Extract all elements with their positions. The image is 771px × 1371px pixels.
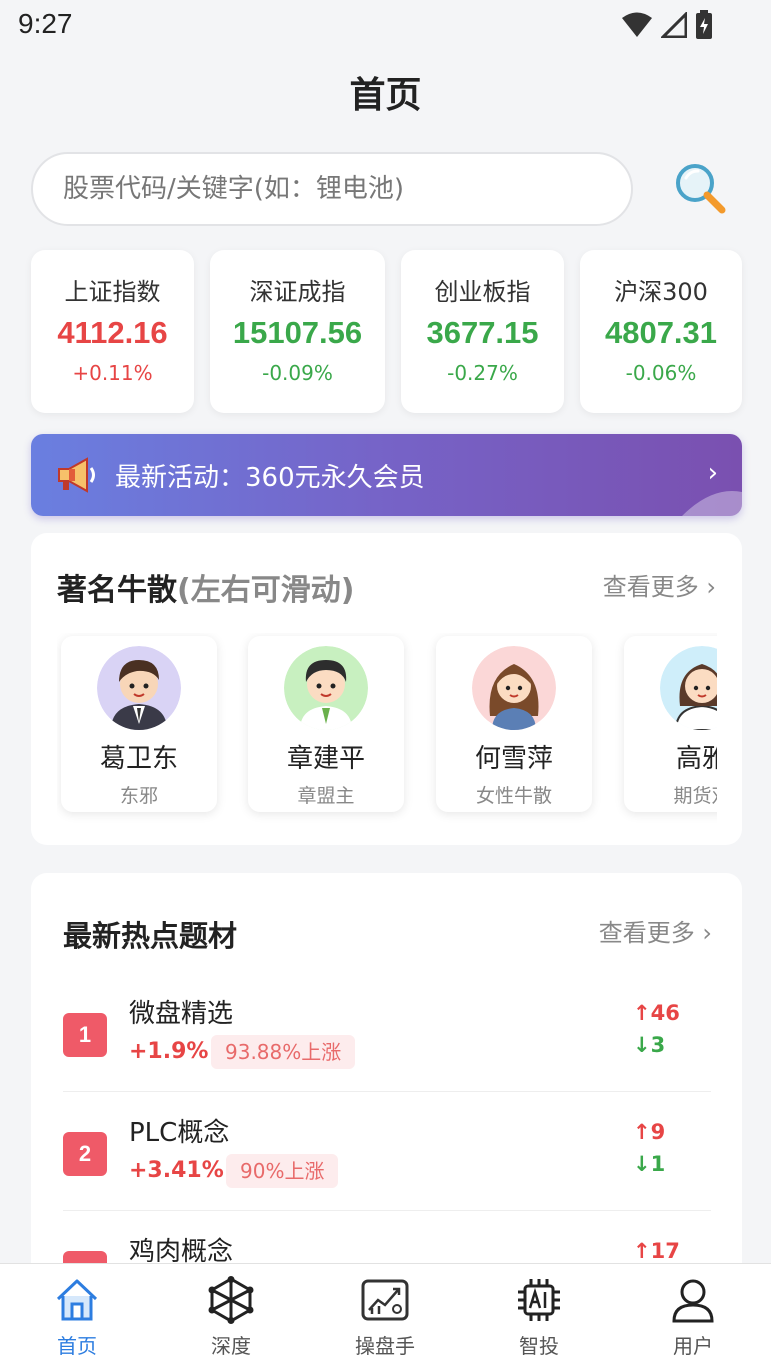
user-icon: [672, 1279, 714, 1323]
nav-label: 智投: [519, 1334, 559, 1358]
avatar: [284, 646, 368, 730]
nav-label: 首页: [57, 1334, 97, 1358]
nav-trader[interactable]: 操盘手: [330, 1276, 440, 1359]
investor-tag: 东邪: [119, 785, 158, 807]
index-name: 深证成指: [249, 278, 346, 306]
nav-smart-invest[interactable]: 智投: [484, 1276, 594, 1359]
topic-row[interactable]: 1 微盘精选 +1.9% 93.88%上涨 ↑46 ↓3: [63, 973, 711, 1092]
index-change: +0.11%: [72, 361, 153, 385]
investor-name: 何雪萍: [474, 744, 553, 774]
cellular-signal-icon: [661, 12, 687, 38]
hot-topics-section: 最新热点题材 查看更多 › 1 微盘精选 +1.9% 93.88%上涨 ↑46 …: [31, 873, 742, 1295]
topic-row[interactable]: 2 PLC概念 +3.41% 90%上涨 ↑9 ↓1: [63, 1092, 711, 1211]
search-button[interactable]: [672, 160, 730, 218]
index-card-shenzhen[interactable]: 深证成指 15107.56 -0.09%: [210, 250, 385, 413]
status-time: 9:27: [18, 8, 73, 39]
topic-change: +3.41%: [129, 1158, 224, 1183]
ai-chip-icon: [518, 1279, 560, 1321]
banner-pattern: [682, 491, 742, 516]
banner-text: 最新活动：360元永久会员: [115, 463, 425, 493]
nav-label: 用户: [673, 1334, 713, 1358]
nav-label: 深度: [211, 1334, 251, 1358]
topic-name: 微盘精选: [129, 999, 234, 1029]
megaphone-icon: [58, 457, 95, 493]
avatar: [472, 646, 556, 730]
investor-card[interactable]: 何雪萍 女性牛散: [436, 636, 592, 812]
trader-chart-icon: [361, 1279, 409, 1321]
nav-label: 操盘手: [355, 1334, 415, 1358]
index-name: 上证指数: [64, 278, 161, 306]
topic-change: +1.9%: [129, 1039, 209, 1064]
index-name: 沪深300: [614, 278, 708, 306]
view-more-link[interactable]: 查看更多 ›: [603, 567, 716, 602]
avatar: [97, 646, 181, 730]
view-more-link[interactable]: 查看更多 ›: [599, 913, 712, 948]
index-change: -0.09%: [262, 361, 333, 385]
famous-investors-section: 著名牛散(左右可滑动) 查看更多 › 葛卫东 东邪 章建平 章盟主 何雪萍 女性…: [31, 533, 742, 845]
index-value: 4807.31: [604, 315, 718, 350]
index-card-csi300[interactable]: 沪深300 4807.31 -0.06%: [580, 250, 742, 413]
search-icon: [676, 164, 726, 214]
index-value: 3677.15: [426, 315, 539, 350]
search-input[interactable]: [33, 154, 631, 224]
status-bar: 9:27: [0, 0, 771, 52]
investor-card[interactable]: 高雅 期货双: [624, 636, 717, 812]
rising-count: ↑46: [633, 1001, 680, 1025]
rising-count: ↑9: [633, 1120, 666, 1144]
investor-carousel[interactable]: 葛卫东 东邪 章建平 章盟主 何雪萍 女性牛散 高雅 期货双: [57, 633, 717, 823]
investor-card[interactable]: 葛卫东 东邪: [61, 636, 217, 812]
nav-depth[interactable]: 深度: [176, 1276, 286, 1359]
topic-up-ratio-badge: 93.88%上涨: [211, 1035, 356, 1069]
status-icons: [621, 10, 713, 40]
section-title-main: 著名牛散: [57, 573, 177, 608]
index-card-chinext[interactable]: 创业板指 3677.15 -0.27%: [401, 250, 564, 413]
chevron-right-icon: ›: [707, 458, 718, 488]
index-value: 15107.56: [232, 315, 363, 350]
investor-card[interactable]: 章建平 章盟主: [248, 636, 404, 812]
falling-count: ↓1: [633, 1152, 666, 1176]
rank-badge: 2: [63, 1132, 107, 1176]
nav-user[interactable]: 用户: [638, 1276, 748, 1359]
page-title: 首页: [349, 75, 422, 116]
promo-banner[interactable]: 最新活动：360元永久会员 ›: [31, 434, 742, 516]
index-change: -0.27%: [447, 361, 518, 385]
nav-home[interactable]: 首页: [22, 1276, 132, 1359]
section-title-hint: (左右可滑动): [177, 573, 355, 608]
topic-up-ratio-badge: 90%上涨: [226, 1154, 339, 1188]
investor-tag: 章盟主: [297, 785, 355, 807]
section-title: 最新热点题材: [63, 919, 238, 953]
investor-tag: 期货双: [673, 785, 717, 807]
investor-name: 高雅: [675, 744, 717, 774]
investor-name: 章建平: [286, 744, 365, 774]
home-icon: [56, 1279, 98, 1321]
investor-name: 葛卫东: [99, 744, 178, 774]
avatar: [660, 646, 717, 730]
falling-count: ↓3: [633, 1033, 666, 1057]
investor-tag: 女性牛散: [475, 785, 552, 807]
rank-badge: 1: [63, 1013, 107, 1057]
rising-count: ↑17: [633, 1239, 680, 1263]
topic-name: PLC概念: [129, 1118, 230, 1148]
search-box[interactable]: [31, 152, 633, 226]
battery-icon: [696, 10, 712, 39]
bottom-nav: 首页 深度 操盘手 智投 用户: [0, 1263, 771, 1371]
index-name: 创业板指: [434, 278, 531, 306]
network-icon: [208, 1276, 254, 1324]
wifi-icon: [622, 12, 652, 37]
index-card-shanghai[interactable]: 上证指数 4112.16 +0.11%: [31, 250, 194, 413]
index-value: 4112.16: [57, 315, 168, 350]
index-change: -0.06%: [625, 361, 697, 385]
section-title: 著名牛散(左右可滑动): [57, 565, 354, 609]
